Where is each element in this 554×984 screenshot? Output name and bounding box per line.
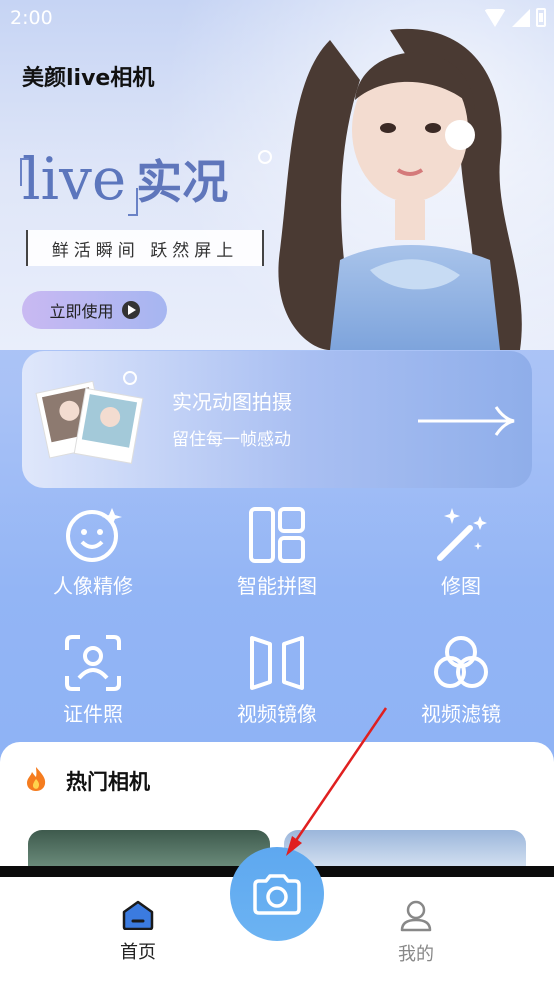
tool-smart-collage[interactable]: 智能拼图 — [202, 506, 352, 616]
arrow-right-icon — [418, 406, 515, 436]
collage-icon — [249, 507, 305, 563]
face-smile-icon — [66, 508, 122, 562]
tool-video-filter[interactable]: 视频滤镜 — [386, 634, 536, 744]
tool-id-photo[interactable]: 证件照 — [18, 634, 168, 744]
use-now-button[interactable]: 立即使用 — [22, 291, 167, 329]
magic-wand-icon — [437, 508, 487, 561]
signal-icon — [512, 8, 530, 27]
tool-label: 人像精修 — [53, 574, 133, 598]
hot-cameras-title: 热门相机 — [66, 770, 150, 794]
nav-home[interactable]: 首页 — [98, 900, 178, 964]
tool-label: 智能拼图 — [237, 574, 317, 598]
tool-label: 修图 — [441, 574, 481, 598]
status-time: 2:00 — [10, 7, 53, 29]
feature-title: 实况动图拍摄 — [172, 390, 292, 414]
fire-icon — [27, 767, 46, 791]
live-cn-word: 实况 — [136, 155, 229, 210]
wifi-icon — [484, 8, 506, 27]
tool-portrait-retouch[interactable]: 人像精修 — [18, 506, 168, 616]
person-icon — [400, 900, 432, 932]
use-now-label: 立即使用 — [49, 302, 114, 321]
live-headline: live 实况 — [22, 150, 228, 208]
tool-label: 视频滤镜 — [421, 702, 501, 726]
portrait-illustration — [278, 28, 522, 350]
app-title: 美颜live相机 — [22, 66, 155, 91]
home-icon — [122, 900, 154, 931]
tool-label: 证件照 — [63, 702, 123, 726]
id-photo-icon — [65, 635, 121, 691]
status-icons — [484, 8, 546, 27]
tool-label: 视频镜像 — [237, 702, 317, 726]
mirror-icon — [250, 636, 304, 690]
filter-circles-icon — [434, 636, 488, 688]
status-bar: 2:00 — [0, 0, 554, 38]
camera-icon — [253, 874, 301, 915]
hero-banner[interactable]: 美颜live相机 live 实况 鲜活瞬间 跃然屏上 立即使用 — [0, 0, 554, 350]
hot-camera-thumbnail[interactable] — [284, 830, 526, 870]
slogan-box: 鲜活瞬间 跃然屏上 — [26, 230, 264, 266]
ring-decoration-icon — [258, 150, 272, 164]
tool-edit-photo[interactable]: 修图 — [386, 506, 536, 616]
camera-button[interactable] — [230, 847, 324, 941]
nav-home-label: 首页 — [120, 942, 156, 963]
hot-camera-thumbnail[interactable] — [28, 830, 270, 870]
bracket-decoration-right — [128, 188, 138, 216]
nav-me-label: 我的 — [398, 944, 434, 965]
tool-video-mirror[interactable]: 视频镜像 — [202, 634, 352, 744]
feature-subtitle: 留住每一帧感动 — [172, 430, 291, 450]
battery-icon — [536, 8, 546, 27]
photos-icon — [35, 371, 144, 464]
play-icon — [121, 301, 140, 319]
slogan-text: 鲜活瞬间 跃然屏上 — [51, 240, 239, 261]
live-word: live — [22, 145, 127, 213]
nav-me[interactable]: 我的 — [376, 900, 456, 966]
